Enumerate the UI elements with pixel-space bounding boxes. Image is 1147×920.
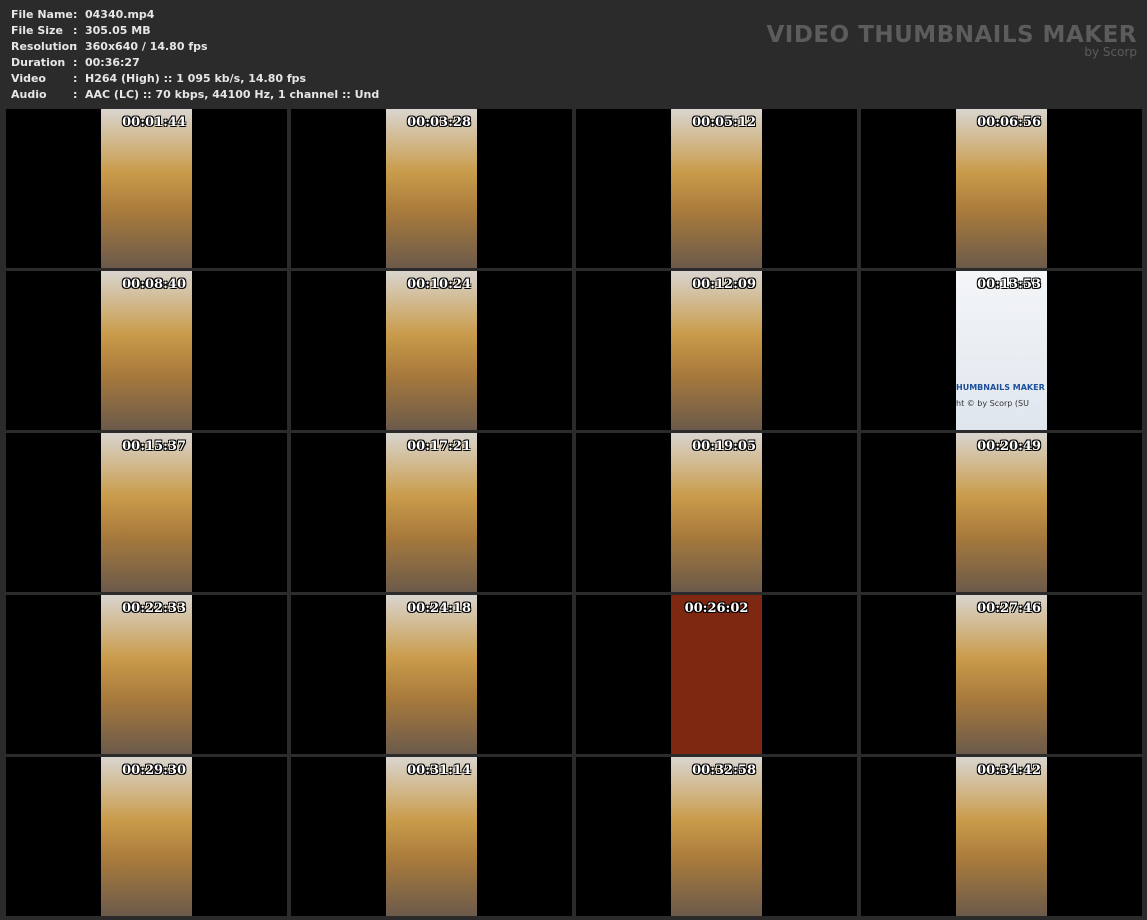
timestamp: 00:13:53 [977, 277, 1041, 292]
logo-frame-text: HUMBNAILS MAKER [956, 383, 1045, 392]
thumbnail-cell[interactable]: 00:20:49 [861, 433, 1142, 592]
timestamp: 00:10:24 [407, 277, 471, 292]
video-frame: 00:06:56 [956, 109, 1047, 268]
thumbnail-cell[interactable]: 00:31:14 [291, 757, 572, 916]
thumbnail-cell[interactable]: 00:34:42 [861, 757, 1142, 916]
info-label: Resolution [11, 40, 78, 53]
info-row: Resolution:360x640 / 14.80 fps [11, 39, 379, 55]
timestamp: 00:20:49 [977, 439, 1041, 454]
video-frame: 00:32:58 [671, 757, 762, 916]
info-row: Audio: AAC (LC) :: 70 kbps, 44100 Hz, 1 c… [11, 87, 379, 103]
info-value: H264 (High) :: 1 095 kb/s, 14.80 fps [85, 72, 307, 85]
info-separator: : [73, 40, 78, 53]
video-frame: 00:08:40 [101, 271, 192, 430]
thumbnail-cell[interactable]: 00:17:21 [291, 433, 572, 592]
info-value: 360x640 / 14.80 fps [85, 40, 208, 53]
timestamp: 00:06:56 [977, 115, 1041, 130]
timestamp: 00:27:46 [977, 601, 1041, 616]
info-label: File Size [11, 24, 63, 37]
video-frame: 00:10:24 [386, 271, 477, 430]
thumbnail-grid: 00:01:44 00:03:28 00:05:12 00:06:56 00:08:40… [6, 109, 1142, 916]
thumbnail-cell[interactable]: 00:06:56 [861, 109, 1142, 268]
thumbnail-cell[interactable]: 00:05:12 [576, 109, 857, 268]
thumbnail-cell[interactable]: 00:27:46 [861, 595, 1142, 754]
thumbnail-cell[interactable]: HUMBNAILS MAKER ht © by Scorp (SU 00:13:53 [861, 271, 1142, 430]
timestamp: 00:17:21 [407, 439, 471, 454]
info-row: File Size:305.05 MB [11, 23, 379, 39]
timestamp: 00:15:37 [122, 439, 186, 454]
info-separator: : [73, 8, 78, 21]
video-frame: 00:19:05 [671, 433, 762, 592]
thumbnail-cell[interactable]: 00:08:40 [6, 271, 287, 430]
thumbnail-cell[interactable]: 00:24:18 [291, 595, 572, 754]
info-separator: : [73, 72, 78, 85]
thumbnail-cell[interactable]: 00:01:44 [6, 109, 287, 268]
timestamp: 00:26:02 [684, 601, 749, 616]
timestamp: 00:31:14 [407, 763, 471, 778]
timestamp: 00:01:44 [122, 115, 186, 130]
video-frame: 00:20:49 [956, 433, 1047, 592]
video-frame: 00:12:09 [671, 271, 762, 430]
video-frame: 00:01:44 [101, 109, 192, 268]
video-frame: 00:05:12 [671, 109, 762, 268]
video-frame: 00:17:21 [386, 433, 477, 592]
thumbnail-cell[interactable]: 00:32:58 [576, 757, 857, 916]
header: File Name:04340.mp4 File Size:305.05 MB Re… [0, 0, 1147, 106]
info-separator: : [73, 56, 78, 69]
video-frame: 00:24:18 [386, 595, 477, 754]
timestamp: 00:34:42 [977, 763, 1041, 778]
timestamp: 00:24:18 [407, 601, 471, 616]
thumbnail-cell[interactable]: 00:03:28 [291, 109, 572, 268]
info-label: Audio [11, 88, 47, 101]
thumbnail-cell[interactable]: 00:22:33 [6, 595, 287, 754]
info-label: Duration [11, 56, 66, 69]
info-value: AAC (LC) :: 70 kbps, 44100 Hz, 1 channel… [85, 88, 380, 101]
video-frame: 00:26:02 [671, 595, 762, 754]
info-row: Video: H264 (High) :: 1 095 kb/s, 14.80 f… [11, 71, 379, 87]
info-row: Duration:00:36:27 [11, 55, 379, 71]
info-value: 00:36:27 [85, 56, 140, 69]
brand-logo: VIDEO THUMBNAILS MAKER by Scorp [766, 22, 1137, 59]
thumbnail-cell[interactable]: 00:29:30 [6, 757, 287, 916]
timestamp: 00:05:12 [692, 115, 756, 130]
thumbnail-cell[interactable]: 00:12:09 [576, 271, 857, 430]
timestamp: 00:08:40 [122, 277, 186, 292]
timestamp: 00:29:30 [122, 763, 186, 778]
video-frame: 00:22:33 [101, 595, 192, 754]
video-frame: 00:34:42 [956, 757, 1047, 916]
video-frame: 00:03:28 [386, 109, 477, 268]
video-frame: 00:15:37 [101, 433, 192, 592]
brand-title: VIDEO THUMBNAILS MAKER [766, 22, 1137, 48]
thumbnail-cell[interactable]: 00:15:37 [6, 433, 287, 592]
info-row: File Name:04340.mp4 [11, 7, 379, 23]
info-value: 04340.mp4 [85, 8, 155, 21]
video-frame: 00:29:30 [101, 757, 192, 916]
file-info: File Name:04340.mp4 File Size:305.05 MB Re… [11, 7, 379, 103]
logo-frame-text: ht © by Scorp (SU [956, 399, 1029, 408]
info-label: File Name [11, 8, 73, 21]
timestamp: 00:19:05 [692, 439, 756, 454]
video-frame: 00:31:14 [386, 757, 477, 916]
info-separator: : [73, 24, 78, 37]
thumbnail-cell[interactable]: 00:26:02 [576, 595, 857, 754]
info-separator: : [73, 88, 78, 101]
video-frame: HUMBNAILS MAKER ht © by Scorp (SU 00:13:53 [956, 271, 1047, 430]
timestamp: 00:32:58 [692, 763, 756, 778]
timestamp: 00:22:33 [122, 601, 186, 616]
info-value: 305.05 MB [85, 24, 151, 37]
video-frame: 00:27:46 [956, 595, 1047, 754]
info-label: Video [11, 72, 46, 85]
timestamp: 00:12:09 [692, 277, 756, 292]
thumbnail-cell[interactable]: 00:10:24 [291, 271, 572, 430]
thumbnail-cell[interactable]: 00:19:05 [576, 433, 857, 592]
timestamp: 00:03:28 [407, 115, 471, 130]
